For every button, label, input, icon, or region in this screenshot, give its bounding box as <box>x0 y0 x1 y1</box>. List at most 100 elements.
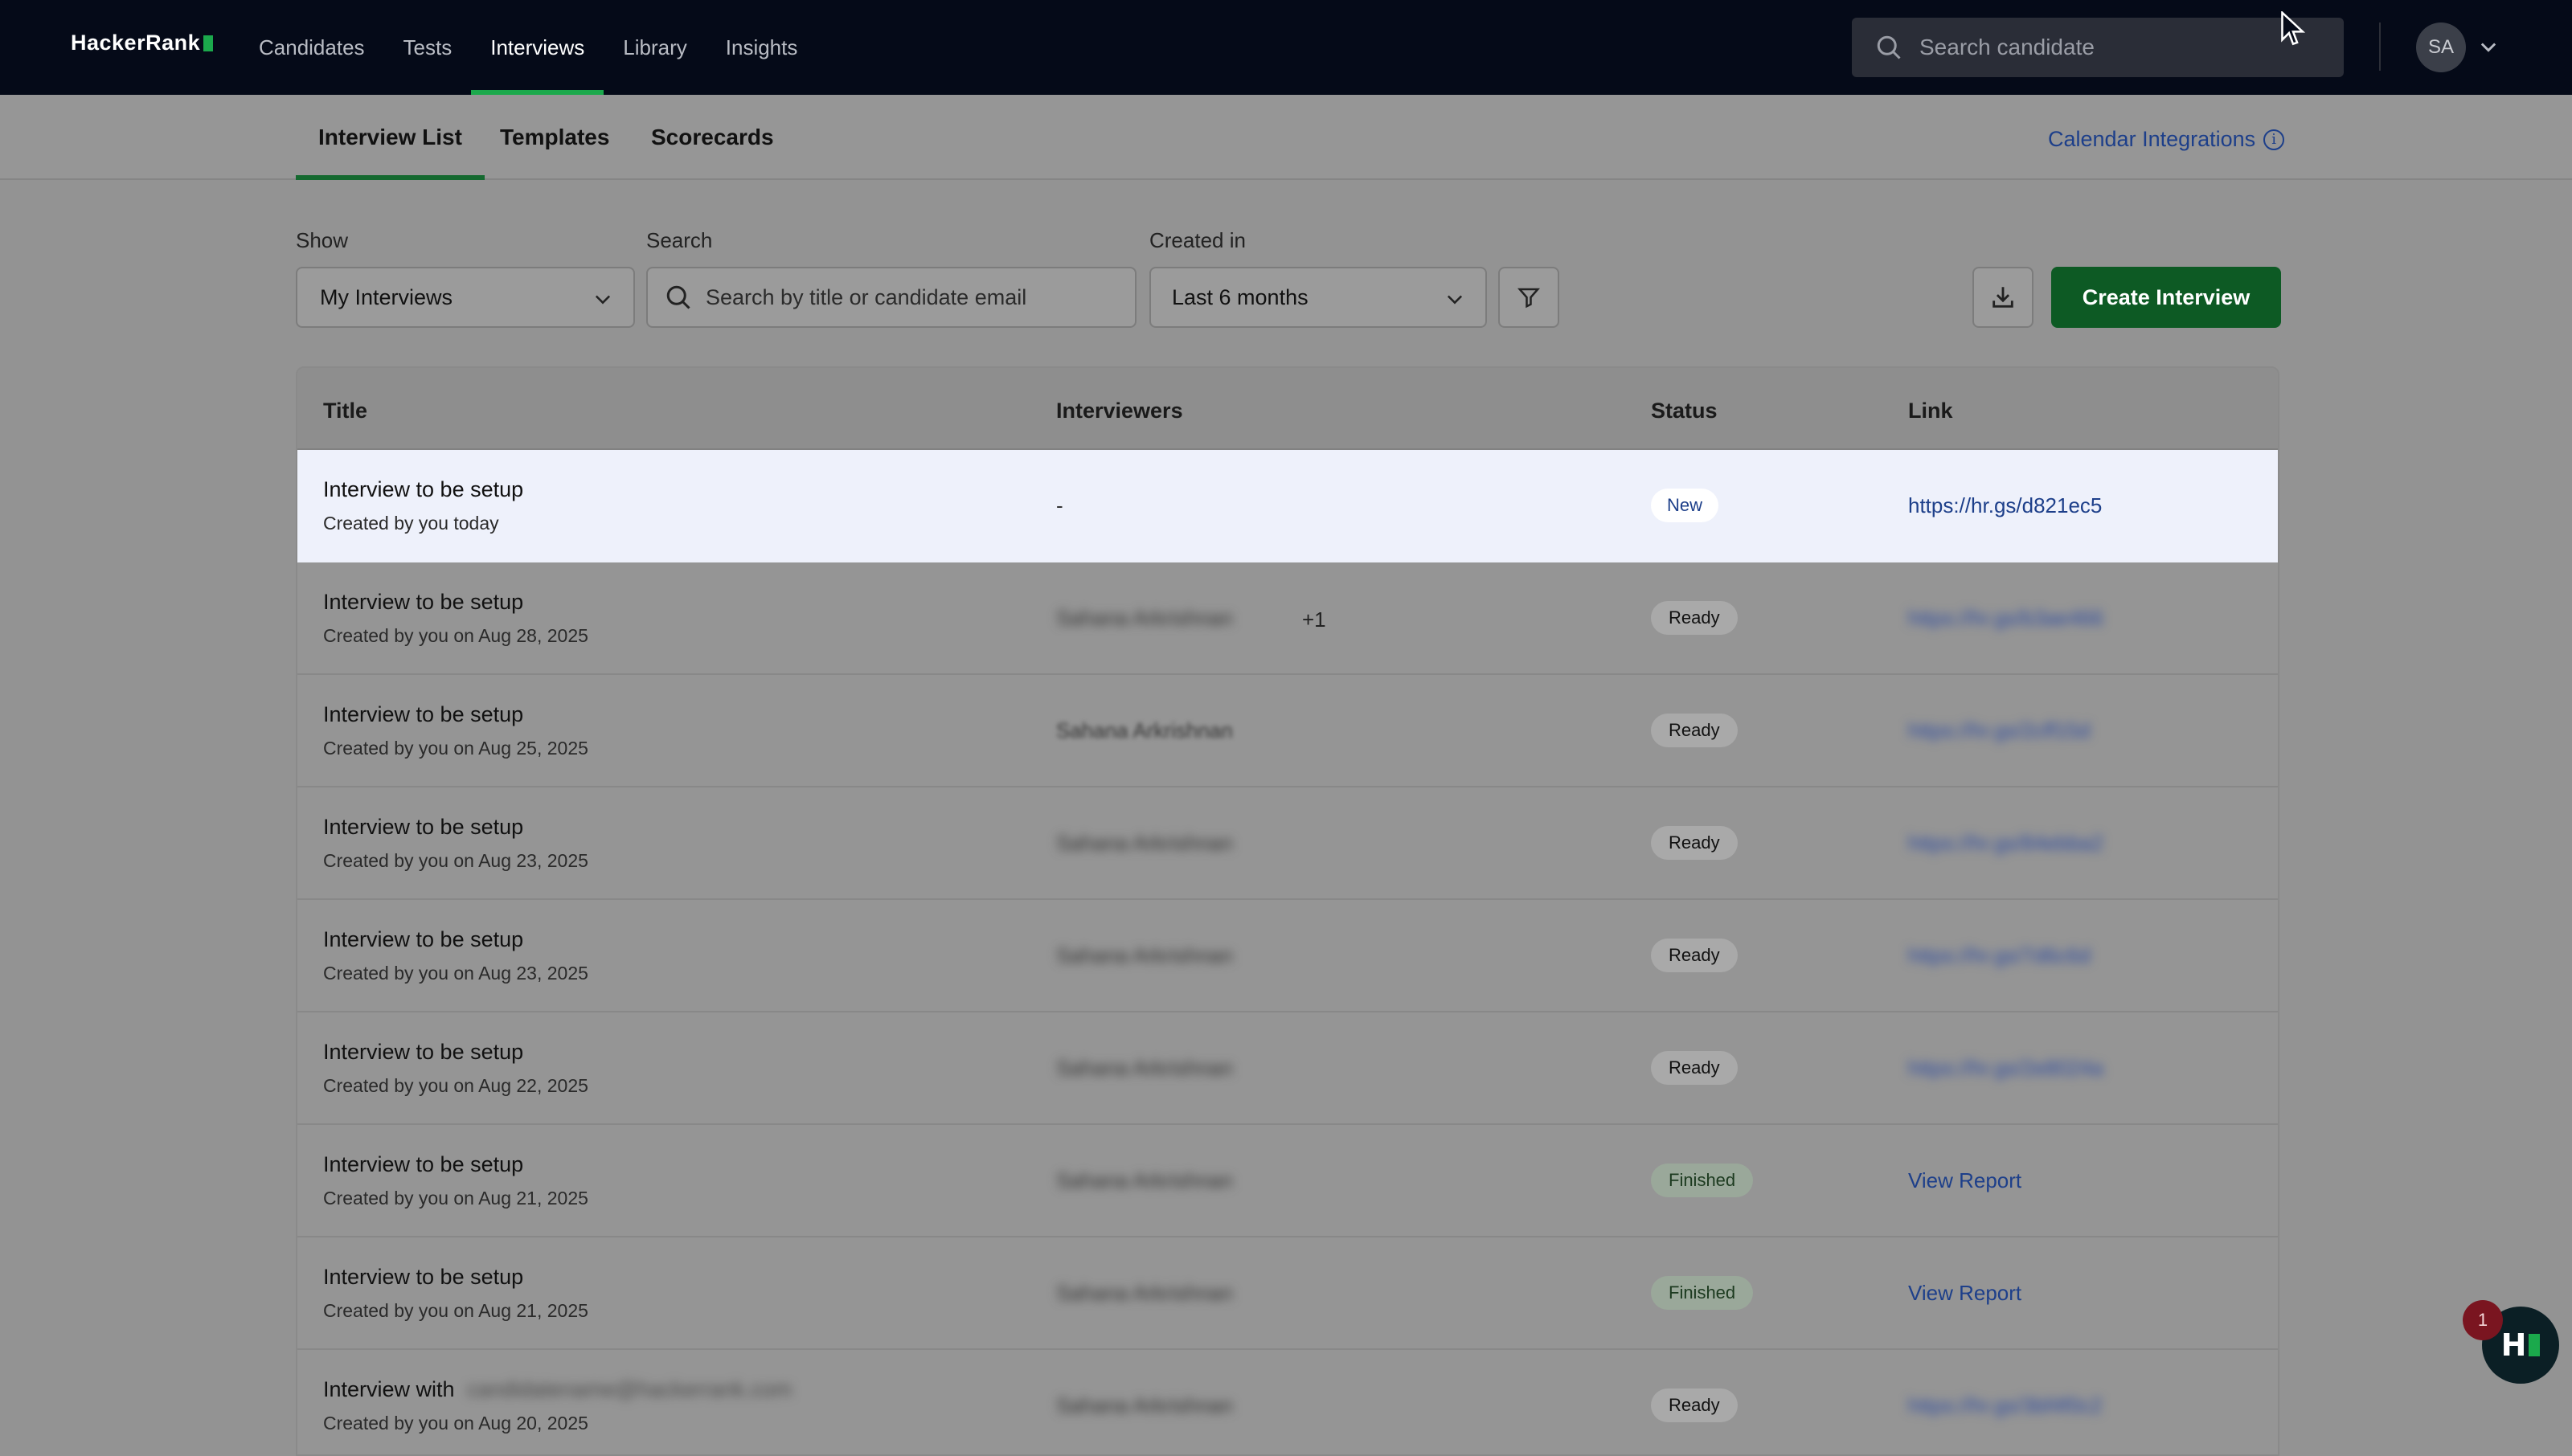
show-filter-select[interactable]: My Interviews <box>296 267 635 328</box>
mouse-cursor-icon <box>2281 11 2306 46</box>
download-icon <box>1992 287 2013 308</box>
status-badge: Ready <box>1651 826 1738 860</box>
interview-title[interactable]: Interview to be setup <box>323 702 523 727</box>
table-header: Title Interviewers Status Link <box>297 368 2278 450</box>
interviewers: Sahana Arkrishnan <box>1056 1393 1233 1417</box>
interviewers: Sahana Arkrishnan <box>1056 718 1233 742</box>
nav-divider <box>2379 22 2381 71</box>
hackerrank-logo[interactable]: HackerRank <box>71 31 214 55</box>
table-row[interactable]: Interview to be setup Created by you on … <box>297 1012 2278 1125</box>
interview-search-input[interactable] <box>706 284 1135 310</box>
column-interviewers: Interviewers <box>1056 399 1183 423</box>
create-interview-button[interactable]: Create Interview <box>2051 267 2281 328</box>
interview-created: Created by you on Aug 21, 2025 <box>323 1300 588 1321</box>
interview-created: Created by you on Aug 23, 2025 <box>323 963 588 984</box>
table-row[interactable]: Interview with candidatename@hackerrank.… <box>297 1350 2278 1454</box>
status-badge: Finished <box>1651 1164 1754 1197</box>
interview-link[interactable]: https://hr.gs/84ebba2 <box>1908 831 2103 856</box>
table-row[interactable]: Interview to be setup Created by you on … <box>297 1237 2278 1350</box>
interview-link-text: https://hr.gs/b3ae466 <box>1908 606 2103 630</box>
interview-title[interactable]: Interview to be setup <box>323 1152 523 1177</box>
candidate-search-box[interactable] <box>1852 18 2344 77</box>
help-widget-logo: H <box>2500 1327 2527 1363</box>
tab-templates[interactable]: Templates <box>500 95 609 180</box>
view-report-link[interactable]: View Report <box>1908 1168 2021 1193</box>
tab-interview-list[interactable]: Interview List <box>296 95 485 180</box>
interview-link[interactable]: https://hr.gs/d821ec5 <box>1908 493 2102 518</box>
interview-link-text: https://hr.gs/84ebba2 <box>1908 831 2103 855</box>
nav-candidates[interactable]: Candidates <box>240 0 384 95</box>
nav-library[interactable]: Library <box>604 0 706 95</box>
interview-title[interactable]: Interview to be setup <box>323 1265 523 1290</box>
status-badge: Ready <box>1651 1389 1738 1422</box>
search-filter-label: Search <box>646 228 713 252</box>
filter-icon <box>1517 288 1541 309</box>
notification-badge: 1 <box>2463 1300 2503 1340</box>
status-badge: Finished <box>1651 1276 1754 1310</box>
table-row[interactable]: Interview to be setup Created by you tod… <box>297 450 2278 562</box>
interview-link[interactable]: https://hr.gs/3bf4f0c2 <box>1908 1393 2102 1418</box>
interview-link-text: https://hr.gs/7d6c6d <box>1908 943 2091 967</box>
candidate-search-input[interactable] <box>1919 35 2305 60</box>
download-button[interactable] <box>1972 267 2033 328</box>
interview-link-text: https://hr.gs/2e8024a <box>1908 1056 2103 1080</box>
interview-title[interactable]: Interview to be setup <box>323 477 523 502</box>
interview-title[interactable]: Interview to be setup <box>323 927 523 952</box>
nav-insights[interactable]: Insights <box>706 0 817 95</box>
interview-link-text: https://hr.gs/2cff15d <box>1908 718 2091 742</box>
status-badge: Ready <box>1651 601 1738 635</box>
nav-interviews[interactable]: Interviews <box>471 0 604 95</box>
more-interviewers-count[interactable]: +1 <box>1302 607 1326 632</box>
created-in-label: Created in <box>1149 228 1246 252</box>
info-icon[interactable]: i <box>2263 129 2285 150</box>
table-row[interactable]: Interview to be setup Created by you on … <box>297 900 2278 1012</box>
interview-title[interactable]: Interview to be setup <box>323 590 523 615</box>
interview-link[interactable]: https://hr.gs/7d6c6d <box>1908 943 2091 968</box>
created-in-select[interactable]: Last 6 months <box>1149 267 1487 328</box>
view-report-text: View Report <box>1908 1281 2022 1305</box>
interviewers: - <box>1056 493 1063 517</box>
table-row[interactable]: Interview to be setup Created by you on … <box>297 675 2278 787</box>
search-icon <box>1877 35 1901 59</box>
interview-title[interactable]: Interview to be setup <box>323 815 523 840</box>
interview-search-box[interactable] <box>646 267 1137 328</box>
table-row[interactable]: Interview to be setup Created by you on … <box>297 1125 2278 1237</box>
column-link: Link <box>1908 399 1953 423</box>
interviewers: Sahana Arkrishnan <box>1056 1168 1233 1192</box>
interview-title: Interview with <box>323 1377 455 1401</box>
calendar-integrations-link[interactable]: Calendar Integrations i <box>2048 127 2285 152</box>
interview-title-wrap[interactable]: Interview with candidatename@hackerrank.… <box>323 1377 792 1402</box>
interview-created: Created by you on Aug 23, 2025 <box>323 850 588 871</box>
filter-button[interactable] <box>1498 267 1559 328</box>
logo-mark-icon <box>203 35 214 51</box>
nav-tests[interactable]: Tests <box>384 0 472 95</box>
view-report-link[interactable]: View Report <box>1908 1281 2021 1306</box>
tab-scorecards[interactable]: Scorecards <box>651 95 774 180</box>
top-nav: HackerRank Candidates Tests Interviews L… <box>0 0 2572 95</box>
interviewers: Sahana Arkrishnan <box>1056 1056 1233 1080</box>
column-status: Status <box>1651 399 1718 423</box>
status-badge: Ready <box>1651 1051 1738 1085</box>
chevron-down-icon[interactable] <box>2477 35 2500 58</box>
user-avatar[interactable]: SA <box>2416 22 2466 72</box>
interview-title[interactable]: Interview to be setup <box>323 1040 523 1065</box>
chevron-down-icon <box>1447 295 1463 305</box>
status-badge: Ready <box>1651 714 1738 747</box>
interviewers: Sahana Arkrishnan <box>1056 943 1233 967</box>
table-row[interactable]: Interview to be setup Created by you on … <box>297 562 2278 675</box>
interview-created: Created by you on Aug 28, 2025 <box>323 625 588 646</box>
interviewers: Sahana Arkrishnan <box>1056 606 1233 630</box>
interview-link[interactable]: https://hr.gs/2cff15d <box>1908 718 2090 743</box>
candidate-email: candidatename@hackerrank.com <box>467 1377 792 1401</box>
search-icon <box>666 285 690 309</box>
interviews-table: Title Interviewers Status Link Interview… <box>296 366 2279 1456</box>
interview-link[interactable]: https://hr.gs/b3ae466 <box>1908 606 2103 631</box>
logo-text: HackerRank <box>71 31 201 55</box>
show-filter-value: My Interviews <box>320 284 453 309</box>
interviewers: Sahana Arkrishnan <box>1056 831 1233 855</box>
interview-link[interactable]: https://hr.gs/2e8024a <box>1908 1056 2103 1081</box>
created-in-value: Last 6 months <box>1172 284 1309 309</box>
primary-nav: Candidates Tests Interviews Library Insi… <box>240 0 817 95</box>
calendar-integrations-label: Calendar Integrations <box>2048 127 2256 151</box>
table-row[interactable]: Interview to be setup Created by you on … <box>297 787 2278 900</box>
